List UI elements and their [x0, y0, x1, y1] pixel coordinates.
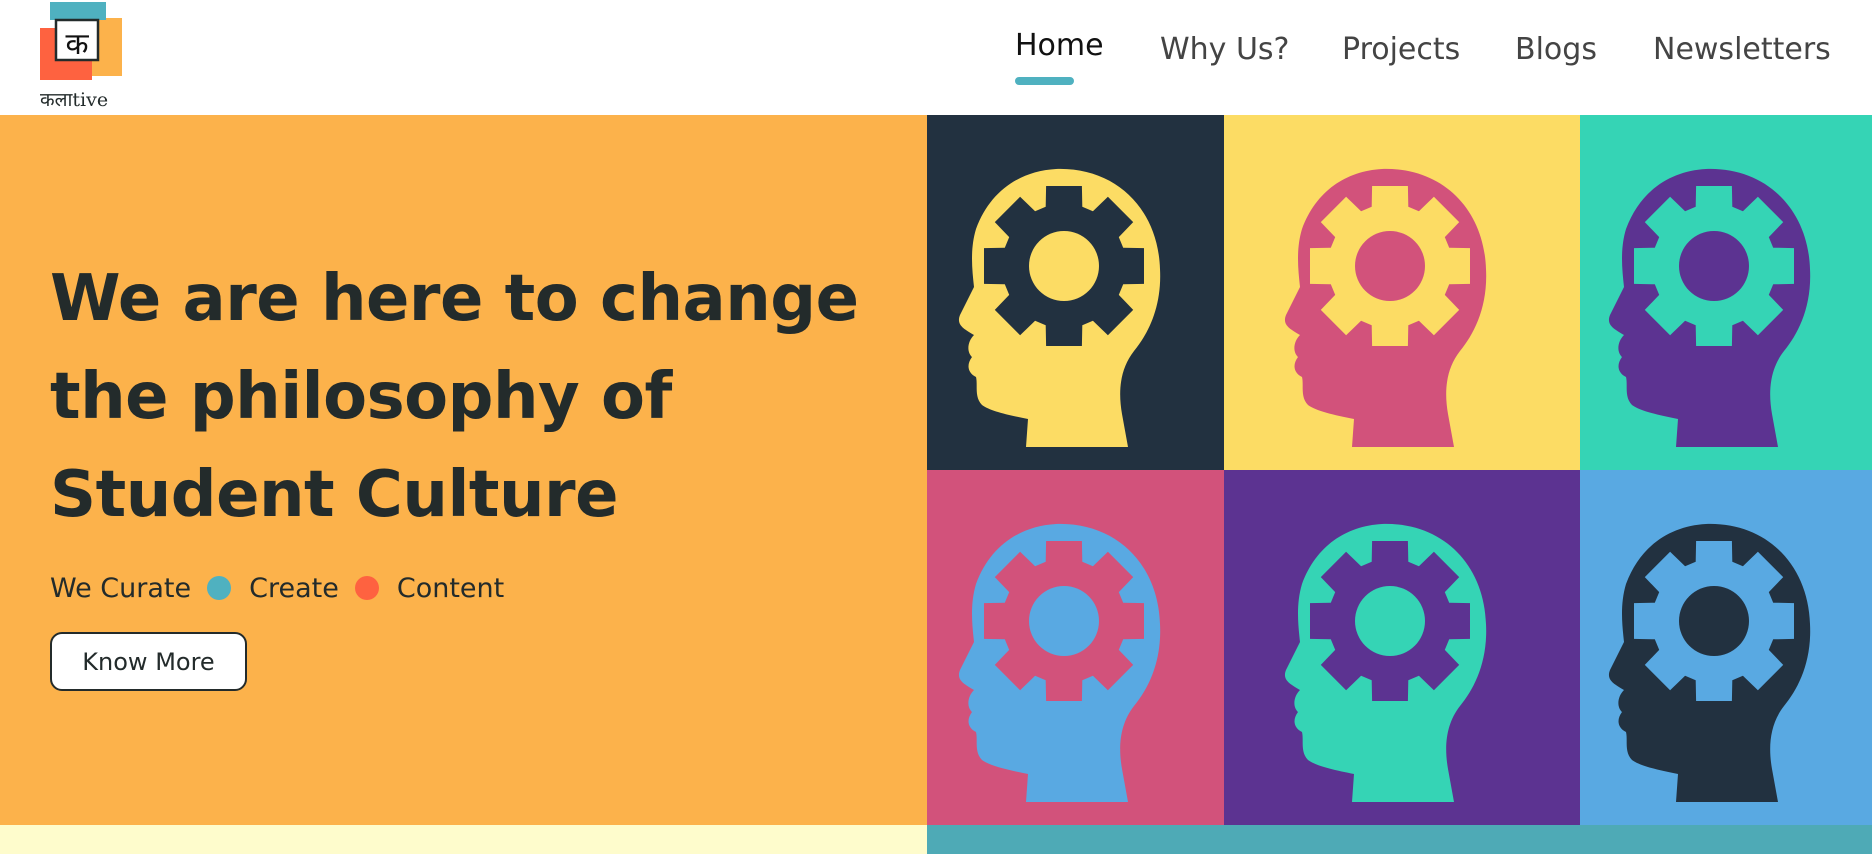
logo-wordmark: कलाtive — [40, 89, 108, 110]
head-gear-icon — [1284, 523, 1487, 802]
head-gear-icon — [958, 523, 1161, 802]
tagline-create: Create — [249, 572, 339, 604]
tagline-curate: We Curate — [50, 572, 192, 604]
nav-why-us[interactable]: Why Us? — [1160, 32, 1289, 67]
grid-tile — [1224, 115, 1580, 470]
head-gear-icon — [958, 168, 1161, 447]
nav-newsletters[interactable]: Newsletters — [1653, 32, 1831, 67]
tagline-content: Content — [396, 572, 505, 604]
grid-tile — [1580, 115, 1872, 470]
hero-headline: We are here to change the philosophy of … — [50, 250, 900, 544]
logo-icon: क कलाtive — [40, 2, 122, 111]
hero-image-grid — [927, 115, 1872, 825]
orange-dot-icon — [354, 576, 379, 600]
next-section-left — [0, 825, 927, 854]
nav-active-indicator — [1015, 77, 1074, 85]
headline-line-3: Student Culture — [50, 458, 619, 532]
grid-tile — [1224, 470, 1580, 825]
brand-logo[interactable]: क कलाtive — [40, 2, 140, 111]
head-gear-icon — [1608, 168, 1811, 447]
logo-glyph: क — [65, 27, 89, 62]
grid-tile — [1580, 470, 1872, 825]
know-more-button[interactable]: Know More — [50, 632, 247, 691]
hero-tagline: We Curate Create Content — [50, 570, 504, 606]
teal-dot-icon — [207, 576, 232, 600]
grid-tile — [927, 115, 1224, 470]
head-gear-icon — [1608, 523, 1811, 802]
nav-projects[interactable]: Projects — [1342, 32, 1460, 67]
head-gear-icon — [1284, 168, 1487, 447]
nav-blogs[interactable]: Blogs — [1515, 32, 1597, 67]
next-section-right — [927, 825, 1872, 854]
site-header: क कलाtive Home Why Us? Projects Blogs Ne… — [0, 0, 1872, 115]
nav-home[interactable]: Home — [1015, 28, 1104, 63]
headline-line-2: the philosophy of — [50, 360, 672, 434]
grid-tile — [927, 470, 1224, 825]
headline-line-1: We are here to change — [50, 262, 859, 336]
